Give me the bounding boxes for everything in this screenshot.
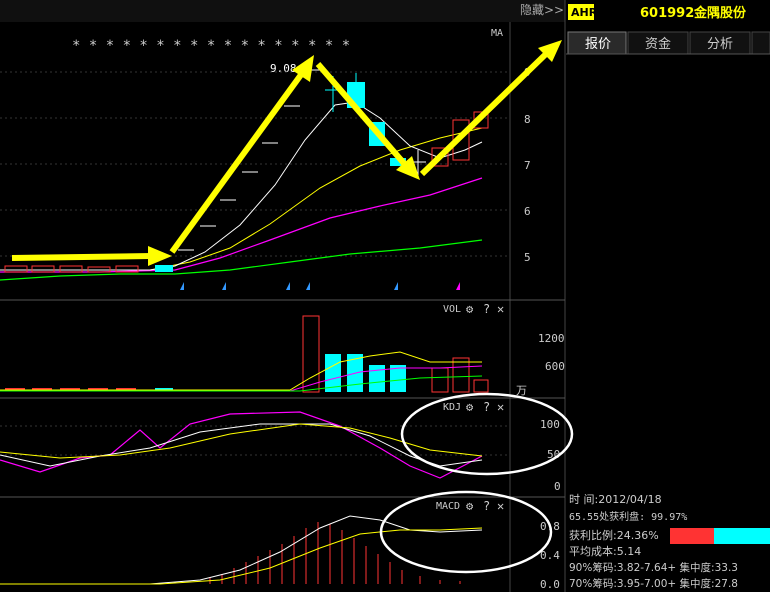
close-icon[interactable]: ✕ bbox=[497, 499, 504, 513]
tab-funds-label: 资金 bbox=[645, 36, 671, 52]
kdj-controls: ⚙ ? ✕ bbox=[466, 400, 504, 414]
hide-button[interactable]: 隐藏>> bbox=[520, 3, 564, 17]
vol-unit: 万 bbox=[516, 384, 527, 397]
info-chip90: 90%筹码:3.82-7.64+ 集中度:33.3 bbox=[569, 561, 738, 574]
profit-bar-red bbox=[670, 528, 714, 544]
kdj-title: KDJ bbox=[443, 402, 461, 413]
macd-title: MACD bbox=[436, 501, 460, 512]
info-chip70: 70%筹码:3.95-7.00+ 集中度:27.8 bbox=[569, 577, 738, 590]
vol-tick: 600 bbox=[545, 360, 565, 373]
close-icon[interactable]: ✕ bbox=[497, 400, 504, 414]
price-tick: 6 bbox=[524, 205, 531, 218]
market-badge: AHR bbox=[571, 6, 598, 19]
info-profit-ratio: 获利比例:24.36% bbox=[569, 528, 659, 542]
info-profit-line: 65.55处获利盘: 99.97% bbox=[569, 510, 687, 523]
arrow-flat bbox=[11, 253, 153, 261]
tab-more[interactable] bbox=[751, 31, 770, 55]
ma-label: MA bbox=[491, 28, 503, 39]
info-avg-cost: 平均成本:5.14 bbox=[569, 544, 641, 558]
price-tick: 8 bbox=[524, 113, 531, 126]
price-tick: 7 bbox=[524, 159, 531, 172]
close-icon[interactable]: ✕ bbox=[497, 302, 504, 316]
settings-icon[interactable]: ⚙ bbox=[466, 499, 474, 513]
vol-controls: ⚙ ? ✕ bbox=[466, 302, 504, 316]
help-icon[interactable]: ? bbox=[483, 302, 490, 316]
tab-analysis-label: 分析 bbox=[707, 37, 733, 52]
macd-tick: 0.4 bbox=[540, 549, 560, 562]
macd-tick: 0.0 bbox=[540, 578, 560, 591]
help-icon[interactable]: ? bbox=[483, 499, 490, 513]
profit-bar-cyan bbox=[714, 528, 770, 544]
stock-chart-window: 隐藏>> AHR 601992 金隅股份 报价 资金 分析 MA * * * *… bbox=[0, 0, 770, 592]
settings-icon[interactable]: ⚙ bbox=[466, 400, 474, 414]
top-toolbar bbox=[0, 0, 565, 22]
vol-title: VOL bbox=[443, 304, 461, 315]
star-markers: * * * * * * * * * * * * * * * * * bbox=[72, 38, 350, 54]
kdj-tick: 100 bbox=[540, 418, 560, 431]
help-icon[interactable]: ? bbox=[483, 400, 490, 414]
info-time: 时 间:2012/04/18 bbox=[569, 493, 662, 506]
tab-analysis[interactable]: 分析 bbox=[689, 31, 751, 55]
settings-icon[interactable]: ⚙ bbox=[466, 302, 474, 316]
candle-down bbox=[155, 265, 173, 272]
kdj-tick: 0 bbox=[554, 480, 561, 493]
vol-tick: 1200 bbox=[538, 332, 565, 345]
stock-name: 金隅股份 bbox=[693, 5, 747, 21]
tab-quote-label: 报价 bbox=[585, 37, 611, 52]
macd-controls: ⚙ ? ✕ bbox=[466, 499, 504, 513]
tab-quote[interactable]: 报价 bbox=[567, 31, 627, 55]
high-price-label: 9.08 bbox=[270, 62, 297, 75]
price-tick: 5 bbox=[524, 251, 531, 264]
stock-code: 601992 bbox=[640, 6, 694, 21]
tab-funds[interactable]: 资金 bbox=[627, 31, 689, 55]
